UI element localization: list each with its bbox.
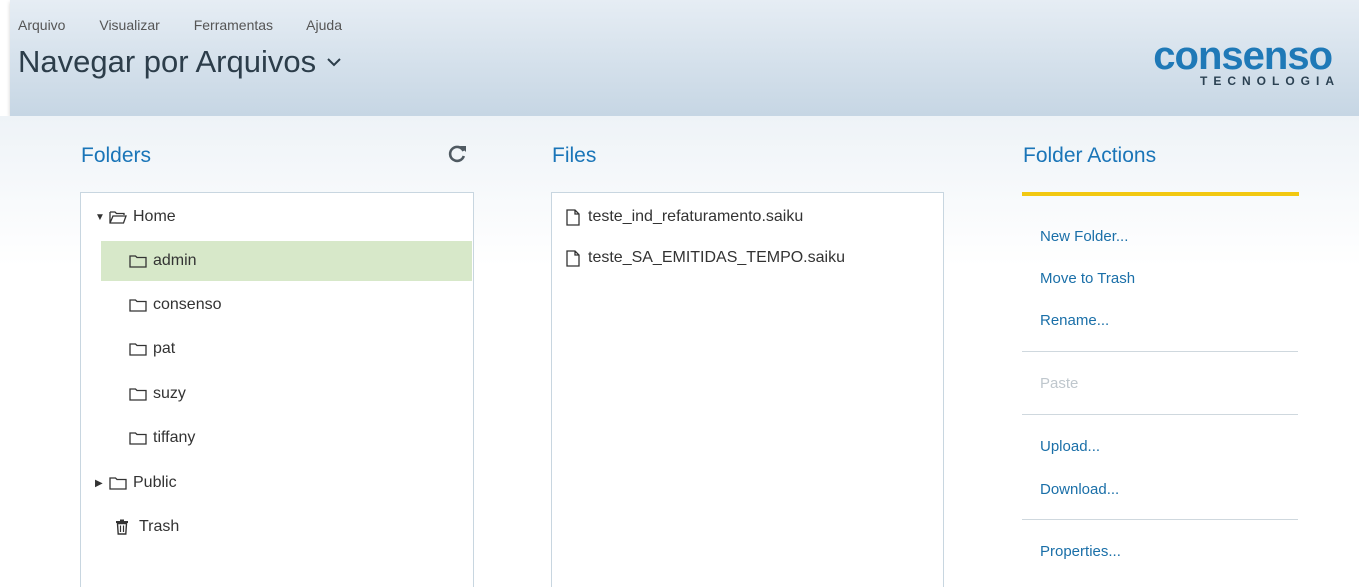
folder-open-icon — [109, 211, 127, 224]
tree-item-trash[interactable]: Trash — [115, 507, 179, 547]
trash-icon — [116, 519, 128, 535]
tree-item-label: suzy — [153, 385, 186, 402]
header-bar: Arquivo Visualizar Ferramentas Ajuda Nav… — [10, 0, 1359, 116]
files-title: Files — [552, 144, 597, 167]
folder-icon — [129, 343, 147, 356]
actions-accent-bar — [1022, 192, 1299, 196]
tree-item-label: Home — [133, 208, 176, 225]
file-item[interactable]: teste_SA_EMITIDAS_TEMPO.saiku — [566, 243, 845, 273]
tree-item-label: Trash — [139, 518, 180, 535]
divider — [1022, 351, 1298, 352]
file-item[interactable]: teste_ind_refaturamento.saiku — [566, 202, 803, 232]
folder-icon — [129, 432, 147, 445]
logo-word: consenso — [1153, 34, 1333, 78]
menu-bar: Arquivo Visualizar Ferramentas Ajuda — [18, 17, 342, 33]
move-to-trash-link[interactable]: Move to Trash — [1040, 270, 1135, 287]
tree-item-label: pat — [153, 340, 176, 357]
file-name: teste_SA_EMITIDAS_TEMPO.saiku — [588, 249, 845, 266]
folders-panel: ▼ Home admin consenso pat suzy tiffany ▶… — [80, 192, 474, 587]
tree-item-tiffany[interactable]: tiffany — [129, 418, 195, 458]
tree-item-label: Public — [133, 474, 177, 491]
download-link[interactable]: Download... — [1040, 481, 1119, 498]
caret-down-icon[interactable]: ▼ — [95, 212, 109, 223]
page-title: Navegar por Arquivos — [18, 44, 317, 79]
folder-actions-title: Folder Actions — [1023, 144, 1157, 167]
file-name: teste_ind_refaturamento.saiku — [588, 208, 804, 225]
folder-icon — [129, 388, 147, 401]
folder-icon — [129, 299, 147, 312]
chevron-down-icon — [327, 58, 341, 67]
file-icon — [566, 208, 580, 226]
tree-item-public[interactable]: ▶ Public — [95, 463, 177, 503]
tree-item-pat[interactable]: pat — [129, 329, 175, 369]
tree-item-label: consenso — [153, 296, 222, 313]
folder-icon — [109, 477, 127, 490]
caret-right-icon[interactable]: ▶ — [95, 478, 109, 489]
tree-item-consenso[interactable]: consenso — [129, 285, 222, 325]
tree-item-admin[interactable]: admin — [101, 241, 472, 281]
upload-link[interactable]: Upload... — [1040, 438, 1100, 455]
file-icon — [566, 249, 580, 267]
files-panel: teste_ind_refaturamento.saiku teste_SA_E… — [551, 192, 944, 587]
menu-ajuda[interactable]: Ajuda — [306, 17, 342, 33]
folder-icon — [129, 255, 147, 268]
divider — [1022, 414, 1298, 415]
divider — [1022, 519, 1298, 520]
company-logo: consenso TECNOLOGIA — [1142, 36, 1342, 96]
rename-link[interactable]: Rename... — [1040, 312, 1109, 329]
menu-visualizar[interactable]: Visualizar — [99, 17, 159, 33]
menu-arquivo[interactable]: Arquivo — [18, 17, 65, 33]
tree-item-label: admin — [153, 252, 197, 269]
properties-link[interactable]: Properties... — [1040, 543, 1121, 560]
tree-item-suzy[interactable]: suzy — [129, 374, 186, 414]
paste-link: Paste — [1040, 375, 1079, 392]
new-folder-link[interactable]: New Folder... — [1040, 228, 1128, 245]
refresh-icon[interactable] — [446, 143, 468, 165]
tree-item-home[interactable]: ▼ Home — [95, 197, 176, 237]
menu-ferramentas[interactable]: Ferramentas — [194, 17, 273, 33]
folders-title: Folders — [81, 144, 152, 167]
page-title-dropdown[interactable]: Navegar por Arquivos — [18, 44, 342, 80]
tree-item-label: tiffany — [153, 429, 196, 446]
